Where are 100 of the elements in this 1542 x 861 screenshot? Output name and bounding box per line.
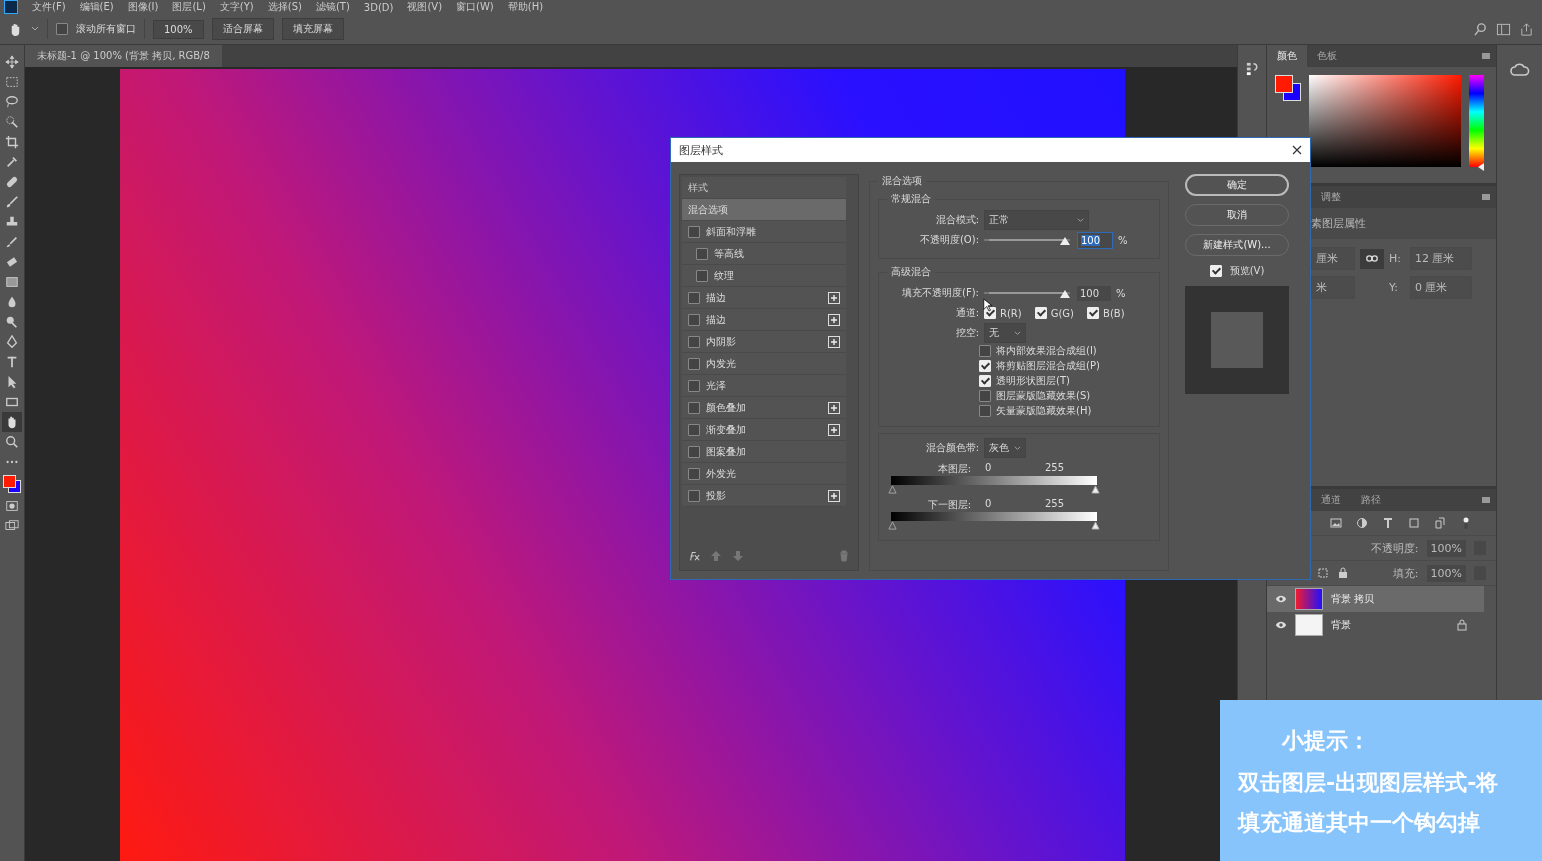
fx-icon[interactable] — [688, 550, 700, 562]
style-item[interactable]: 投影 — [682, 485, 846, 507]
move-tool-icon[interactable] — [5, 55, 19, 69]
range-end-handle[interactable] — [1091, 521, 1100, 530]
menu-item[interactable]: 文字(Y) — [219, 0, 254, 14]
blend-mode-dropdown[interactable]: 正常 — [984, 210, 1089, 230]
range-start-handle[interactable] — [888, 521, 897, 530]
zoom-tool-icon[interactable] — [5, 435, 19, 449]
quick-mask-icon[interactable] — [5, 499, 19, 513]
eyedropper-icon[interactable] — [5, 155, 19, 169]
color-field[interactable] — [1309, 75, 1461, 167]
input-field[interactable]: 12 厘米 — [1410, 247, 1472, 270]
hand-tool-icon[interactable] — [5, 415, 19, 429]
input-field[interactable]: 0 厘米 — [1410, 276, 1472, 299]
style-item[interactable]: 光泽 — [682, 375, 846, 397]
blend-if-dropdown[interactable]: 灰色 — [984, 438, 1026, 458]
marquee-tool-icon[interactable] — [5, 75, 19, 89]
panel-tab[interactable]: 颜色 — [1267, 45, 1307, 67]
input-field[interactable]: 厘米 — [1311, 247, 1355, 270]
option-button[interactable]: 适合屏幕 — [211, 18, 274, 40]
dialog-button[interactable]: 取消 — [1185, 204, 1289, 226]
type-filter-icon[interactable] — [1382, 517, 1394, 529]
search-icon[interactable] — [1473, 21, 1488, 37]
checkbox[interactable] — [979, 389, 991, 402]
workspace-icon[interactable] — [1496, 21, 1511, 37]
style-item[interactable]: 混合选项 — [682, 199, 846, 221]
style-item[interactable]: 描边 — [682, 309, 846, 331]
style-item[interactable]: 渐变叠加 — [682, 419, 846, 441]
fill-field[interactable]: 100% — [1426, 564, 1466, 582]
add-icon[interactable] — [828, 423, 840, 436]
shape-filter-icon[interactable] — [1408, 517, 1420, 529]
gradient-tool-icon[interactable] — [5, 275, 19, 289]
style-item[interactable]: 图案叠加 — [682, 441, 846, 463]
panel-tab[interactable]: 调整 — [1311, 186, 1351, 208]
add-icon[interactable] — [828, 489, 840, 502]
screen-mode-icon[interactable] — [5, 519, 19, 533]
add-icon[interactable] — [828, 335, 840, 348]
dodge-tool-icon[interactable] — [5, 315, 19, 329]
checkbox[interactable] — [979, 344, 991, 357]
close-icon[interactable] — [1292, 145, 1302, 155]
lasso-tool-icon[interactable] — [5, 95, 19, 109]
brush-tool-icon[interactable] — [5, 195, 19, 209]
style-item[interactable]: 纹理 — [682, 265, 846, 287]
knockout-dropdown[interactable]: 无 — [984, 323, 1026, 343]
menu-item[interactable]: 选择(S) — [267, 0, 302, 14]
color-swatches-icon[interactable] — [3, 475, 21, 493]
adjustment-filter-icon[interactable] — [1356, 517, 1368, 529]
pen-tool-icon[interactable] — [5, 335, 19, 349]
history-brush-icon[interactable] — [5, 235, 19, 249]
style-item[interactable]: 内发光 — [682, 353, 846, 375]
style-item[interactable]: 斜面和浮雕 — [682, 221, 846, 243]
range-end-handle[interactable] — [1091, 485, 1100, 494]
menu-item[interactable]: 图像(I) — [127, 0, 159, 14]
color-swatches-icon[interactable] — [1275, 75, 1301, 101]
checkbox[interactable] — [979, 404, 991, 417]
style-item[interactable]: 外发光 — [682, 463, 846, 485]
option-button[interactable]: 100% — [153, 19, 204, 39]
panel-tab[interactable]: 通道 — [1311, 489, 1351, 511]
menu-item[interactable]: 滤镜(T) — [315, 0, 350, 14]
menu-item[interactable]: 窗口(W) — [456, 0, 494, 14]
input-field[interactable]: 100 — [1077, 285, 1111, 301]
opacity-field[interactable]: 100% — [1426, 539, 1466, 557]
image-filter-icon[interactable] — [1330, 517, 1342, 529]
eye-icon[interactable] — [1275, 620, 1287, 630]
dialog-button[interactable]: 新建样式(W)... — [1185, 234, 1289, 256]
menu-item[interactable]: 图层(L) — [172, 0, 206, 14]
panel-tab[interactable]: 路径 — [1351, 489, 1391, 511]
crop-tool-icon[interactable] — [5, 135, 19, 149]
menu-item[interactable]: 编辑(E) — [79, 0, 114, 14]
add-icon[interactable] — [828, 313, 840, 326]
stamp-tool-icon[interactable] — [5, 215, 19, 229]
document-tab[interactable]: 未标题-1 @ 100% (背景 拷贝, RGB/8 — [25, 45, 222, 67]
style-item[interactable]: 内阴影 — [682, 331, 846, 353]
style-item[interactable]: 等高线 — [682, 243, 846, 265]
add-icon[interactable] — [828, 401, 840, 414]
input-field[interactable]: 100 — [1077, 231, 1113, 249]
link-icon[interactable] — [1360, 248, 1384, 269]
rectangle-tool-icon[interactable] — [5, 395, 19, 409]
option-button[interactable]: 填充屏幕 — [281, 18, 344, 40]
quick-select-icon[interactable] — [5, 115, 19, 129]
style-item[interactable]: 颜色叠加 — [682, 397, 846, 419]
menu-item[interactable]: 3D(D) — [363, 1, 394, 13]
layer-row[interactable]: 背景 — [1267, 612, 1484, 638]
checkbox[interactable] — [56, 23, 68, 35]
menu-item[interactable]: 视图(V) — [407, 0, 443, 14]
lock-icon[interactable] — [1337, 567, 1349, 579]
menu-item[interactable]: 文件(F) — [32, 0, 66, 14]
panel-tab[interactable]: 色板 — [1307, 45, 1347, 67]
eye-icon[interactable] — [1275, 594, 1287, 604]
add-icon[interactable] — [828, 291, 840, 304]
smart-object-filter-icon[interactable] — [1434, 517, 1446, 529]
range-start-handle[interactable] — [888, 485, 897, 494]
menu-item[interactable]: 帮助(H) — [507, 0, 544, 14]
input-field[interactable]: 米 — [1311, 276, 1355, 299]
layer-row[interactable]: 背景 拷贝 — [1267, 586, 1484, 612]
cloud-icon[interactable] — [1509, 63, 1530, 77]
type-tool-icon[interactable] — [5, 355, 19, 369]
share-icon[interactable] — [1519, 21, 1534, 37]
style-item[interactable]: 描边 — [682, 287, 846, 309]
dialog-button[interactable]: 确定 — [1185, 174, 1289, 196]
